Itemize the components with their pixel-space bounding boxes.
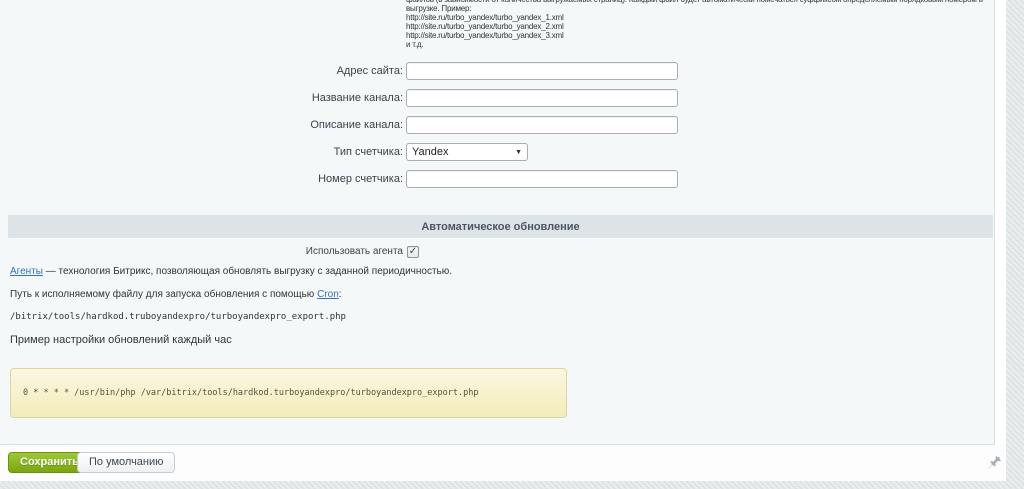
settings-form-panel: файлов (в зависимости от количества выгр…: [0, 0, 995, 445]
section-title: Автоматическое обновление: [421, 221, 579, 233]
counter-type-label: Тип счетчика:: [8, 143, 403, 161]
checkmark-icon: ✓: [409, 247, 417, 257]
content-column: файлов (в зависимости от количества выгр…: [0, 0, 1006, 481]
cron-description-text: Путь к исполняемому файлу для запуска об…: [10, 289, 317, 300]
export-script-path: /bitrix/tools/hardkod.truboyandexpro/tur…: [10, 312, 346, 322]
admin-settings-page: файлов (в зависимости от количества выгр…: [0, 0, 1024, 489]
pin-icon[interactable]: [987, 454, 1003, 470]
default-button[interactable]: По умолчанию: [77, 452, 175, 473]
note-line: файлов (в зависимости от количества выгр…: [406, 0, 983, 4]
cron-link[interactable]: Cron: [317, 289, 339, 300]
channel-description-input[interactable]: [406, 116, 678, 134]
agents-description-text: — технология Битрикс, позволяющая обновл…: [43, 266, 452, 277]
agents-description: Агенты — технология Битрикс, позволяющая…: [10, 266, 452, 277]
agents-link[interactable]: Агенты: [10, 266, 43, 277]
example-url: http://site.ru/turbo_yandex/turbo_yandex…: [406, 22, 983, 31]
cron-path-description: Путь к исполняемому файлу для запуска об…: [10, 289, 342, 300]
site-address-label: Адрес сайта:: [8, 62, 403, 80]
example-url: http://site.ru/turbo_yandex/turbo_yandex…: [406, 31, 983, 40]
export-files-note: файлов (в зависимости от количества выгр…: [406, 0, 983, 49]
dropdown-arrow-icon: ▼: [515, 149, 522, 156]
channel-name-input[interactable]: [406, 89, 678, 107]
cron-description-colon: :: [339, 289, 342, 300]
counter-number-label: Номер счетчика:: [8, 170, 403, 188]
note-line: и т.д.: [406, 40, 983, 49]
example-url: http://site.ru/turbo_yandex/turbo_yandex…: [406, 13, 983, 22]
counter-number-input[interactable]: [406, 170, 678, 188]
site-address-input[interactable]: [406, 62, 678, 80]
cron-example-title: Пример настройки обновлений каждый час: [10, 334, 232, 346]
cron-example-box: 0 * * * * /usr/bin/php /var/bitrix/tools…: [10, 368, 567, 418]
channel-name-label: Название канала:: [8, 89, 403, 107]
section-header-auto-update: Автоматическое обновление: [8, 215, 993, 238]
channel-description-label: Описание канала:: [8, 116, 403, 134]
note-line: выгрузке. Пример:: [406, 4, 983, 13]
counter-type-selected-value: Yandex: [412, 146, 449, 158]
use-agent-label: Использовать агента: [8, 244, 403, 260]
counter-type-select[interactable]: Yandex ▼: [406, 143, 528, 161]
cron-example-command: 0 * * * * /usr/bin/php /var/bitrix/tools…: [23, 388, 554, 398]
use-agent-checkbox[interactable]: ✓: [407, 246, 419, 258]
